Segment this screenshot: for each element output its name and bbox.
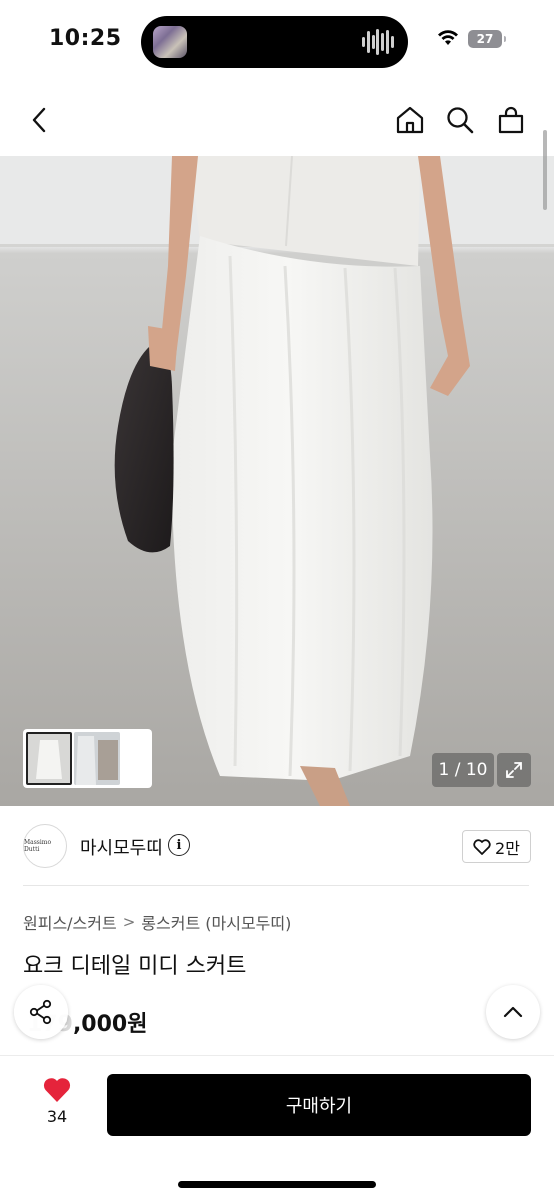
breadcrumb-item-category[interactable]: 원피스/스커트 — [23, 910, 117, 934]
heart-icon — [43, 1078, 71, 1102]
bottom-action-bar: 34 구매하기 — [0, 1055, 554, 1200]
scroll-to-top-button[interactable] — [486, 985, 540, 1039]
wifi-icon — [436, 28, 460, 50]
scrollbar[interactable] — [543, 130, 547, 210]
cart-button[interactable] — [493, 102, 529, 138]
breadcrumb-item-subcategory[interactable]: 롱스커트 (마시모두띠) — [141, 910, 291, 934]
expand-image-button[interactable] — [497, 753, 531, 787]
thumbnail-strip — [23, 729, 152, 788]
home-indicator — [178, 1181, 376, 1188]
brand-like-button[interactable]: 2만 — [462, 830, 531, 863]
wishlist-count: 34 — [46, 1107, 68, 1126]
product-title: 요크 디테일 미디 스커트 — [23, 954, 247, 979]
seller-name[interactable]: 마시모두띠 — [80, 834, 163, 860]
now-playing-artwork — [153, 26, 187, 58]
breadcrumb: 원피스/스커트 > 롱스커트 (마시모두띠) — [23, 910, 291, 934]
shopping-bag-icon — [498, 106, 524, 134]
audio-wave-icon — [362, 28, 394, 56]
battery-icon: 27 — [468, 30, 506, 48]
info-icon[interactable]: i — [168, 834, 190, 856]
search-button[interactable] — [442, 102, 478, 138]
seller-logo-text: Massimo Dutti — [24, 839, 52, 853]
back-button[interactable] — [22, 102, 58, 138]
status-indicators: 27 — [436, 28, 506, 50]
chevron-up-icon — [503, 1006, 523, 1018]
seller-logo[interactable]: Massimo Dutti — [23, 824, 67, 868]
wishlist-button[interactable]: 34 — [30, 1076, 84, 1126]
home-button[interactable] — [392, 102, 428, 138]
divider — [23, 885, 529, 886]
price-suffix: ,000원 — [72, 1012, 148, 1037]
chevron-left-icon — [32, 107, 46, 133]
expand-icon — [506, 762, 522, 778]
image-counter: 1 / 10 — [432, 753, 494, 787]
thumbnail-item[interactable] — [74, 732, 120, 785]
brand-like-count: 2만 — [495, 838, 520, 858]
status-bar: 10:25 27 — [0, 0, 554, 84]
top-navigation — [0, 84, 554, 156]
dynamic-island — [141, 16, 408, 68]
status-time: 10:25 — [49, 26, 122, 51]
search-icon — [447, 107, 474, 134]
product-image-gallery[interactable]: 1 / 10 — [0, 156, 554, 806]
seller-row: Massimo Dutti 마시모두띠 i 2만 — [0, 806, 554, 886]
heart-outline-icon — [473, 838, 491, 855]
product-photo — [0, 156, 554, 806]
product-detail-page: 10:25 27 1 / 10 Massimo Dutti 마시모두띠 i 2만… — [0, 0, 554, 1200]
buy-button[interactable]: 구매하기 — [107, 1074, 531, 1136]
thumbnail-item[interactable] — [26, 732, 72, 785]
home-icon — [396, 106, 424, 134]
breadcrumb-separator: > — [122, 913, 136, 931]
share-icon — [29, 999, 52, 1025]
share-button[interactable] — [14, 985, 68, 1039]
